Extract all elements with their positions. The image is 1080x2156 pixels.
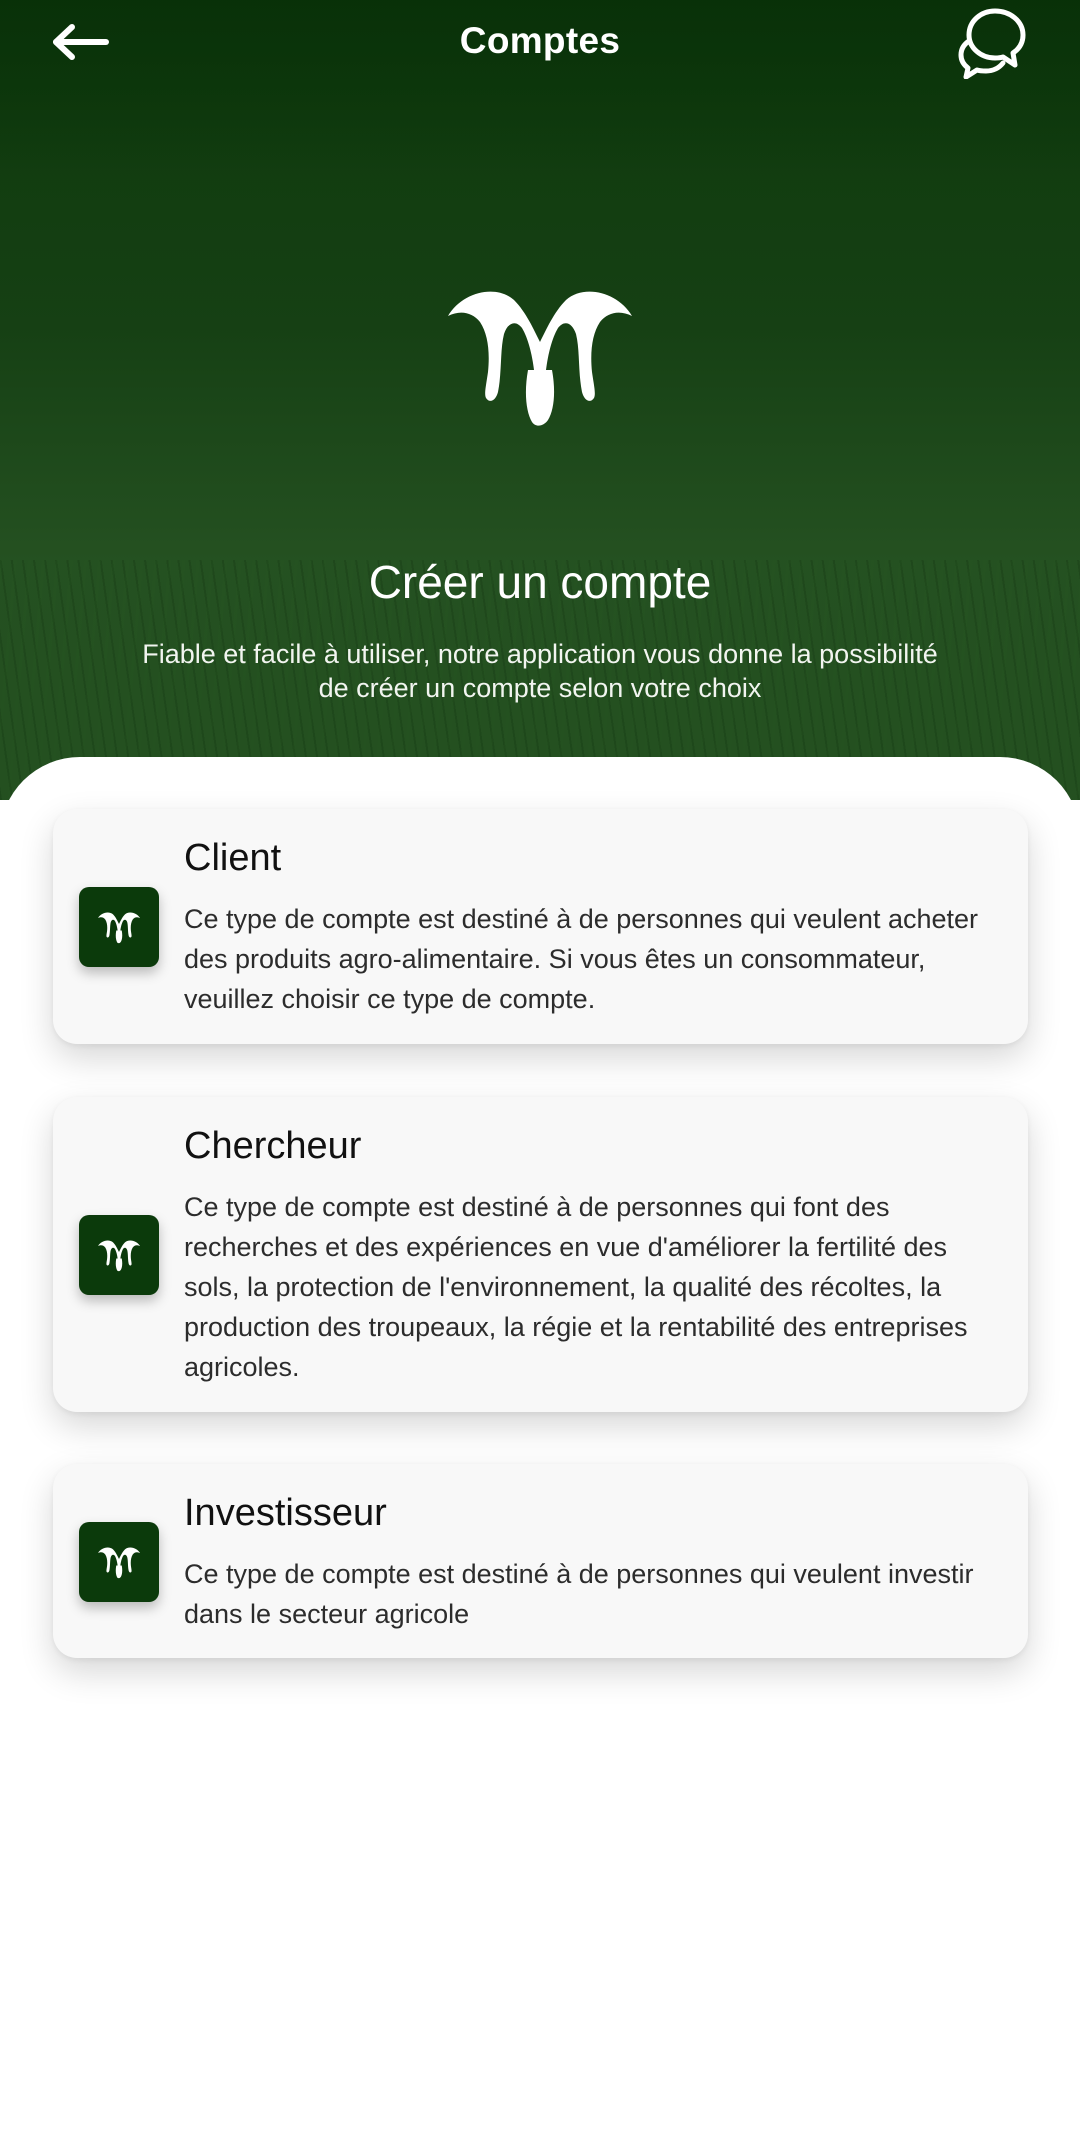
account-card-client[interactable]: Client Ce type de compte est destiné à d…	[53, 809, 1028, 1044]
hero-description: Fiable et facile à utiliser, notre appli…	[142, 639, 938, 703]
page-title: Comptes	[459, 20, 621, 61]
account-card-investisseur[interactable]: Investisseur Ce type de compte est desti…	[53, 1464, 1028, 1658]
hero-banner: Comptes Créer un compte Fiable et facile…	[0, 0, 1080, 800]
card-title: Client	[184, 837, 282, 879]
card-title: Investisseur	[184, 1492, 387, 1534]
brand-logo-icon	[97, 1547, 141, 1579]
account-card-chercheur[interactable]: Chercheur Ce type de compte est destiné …	[53, 1097, 1028, 1412]
card-description: Ce type de compte est destiné à de perso…	[184, 1192, 968, 1382]
brand-logo-icon	[97, 1240, 141, 1272]
card-logo-badge	[79, 1522, 159, 1602]
card-logo-badge	[79, 887, 159, 967]
card-description: Ce type de compte est destiné à de perso…	[184, 904, 979, 1014]
chat-bubbles-icon	[958, 8, 1026, 79]
card-title: Chercheur	[184, 1125, 362, 1167]
card-description: Ce type de compte est destiné à de perso…	[184, 1559, 974, 1629]
brand-logo-icon	[97, 912, 141, 944]
top-app-bar: Comptes	[0, 0, 1080, 90]
brand-logo-icon	[448, 291, 632, 426]
accounts-screen: Comptes Créer un compte Fiable et facile…	[0, 0, 1080, 2156]
chat-button[interactable]	[954, 4, 1030, 80]
hero-heading: Créer un compte	[368, 556, 712, 608]
account-types-sheet: Client Ce type de compte est destiné à d…	[0, 757, 1080, 2156]
card-logo-badge	[79, 1215, 159, 1295]
